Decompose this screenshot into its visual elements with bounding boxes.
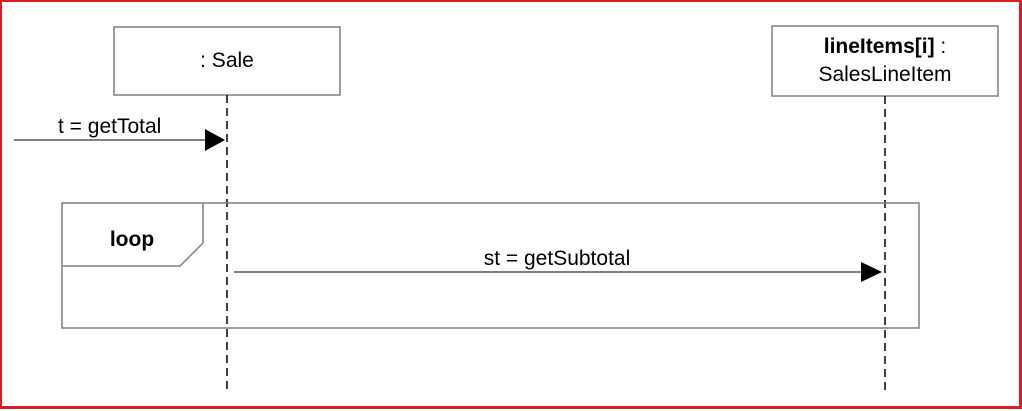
message-get-total-label: t = getTotal [58,115,161,138]
lifeline-sale: : Sale [113,26,341,394]
message-get-subtotal-arrowhead [861,262,882,282]
sequence-diagram: : Sale lineItems[i] : SalesLineItem t = … [14,25,999,394]
lifeline-line-items-label-line1: lineItems[i] : [824,35,947,58]
message-get-subtotal: st = getSubtotal [234,247,882,282]
lifeline-line-items: lineItems[i] : SalesLineItem [771,25,999,394]
loop-fragment-operator-label: loop [110,228,154,251]
lifeline-line-items-label-separator: : [935,35,947,58]
diagram-frame: : Sale lineItems[i] : SalesLineItem t = … [0,0,1022,409]
lifeline-line-items-label-bold: lineItems[i] [824,35,935,58]
message-get-total-arrowhead [205,129,225,151]
message-get-total: t = getTotal [14,115,225,151]
lifeline-sale-label: : Sale [200,49,254,72]
message-get-subtotal-label: st = getSubtotal [484,247,631,270]
lifeline-line-items-label-line2: SalesLineItem [818,63,951,86]
